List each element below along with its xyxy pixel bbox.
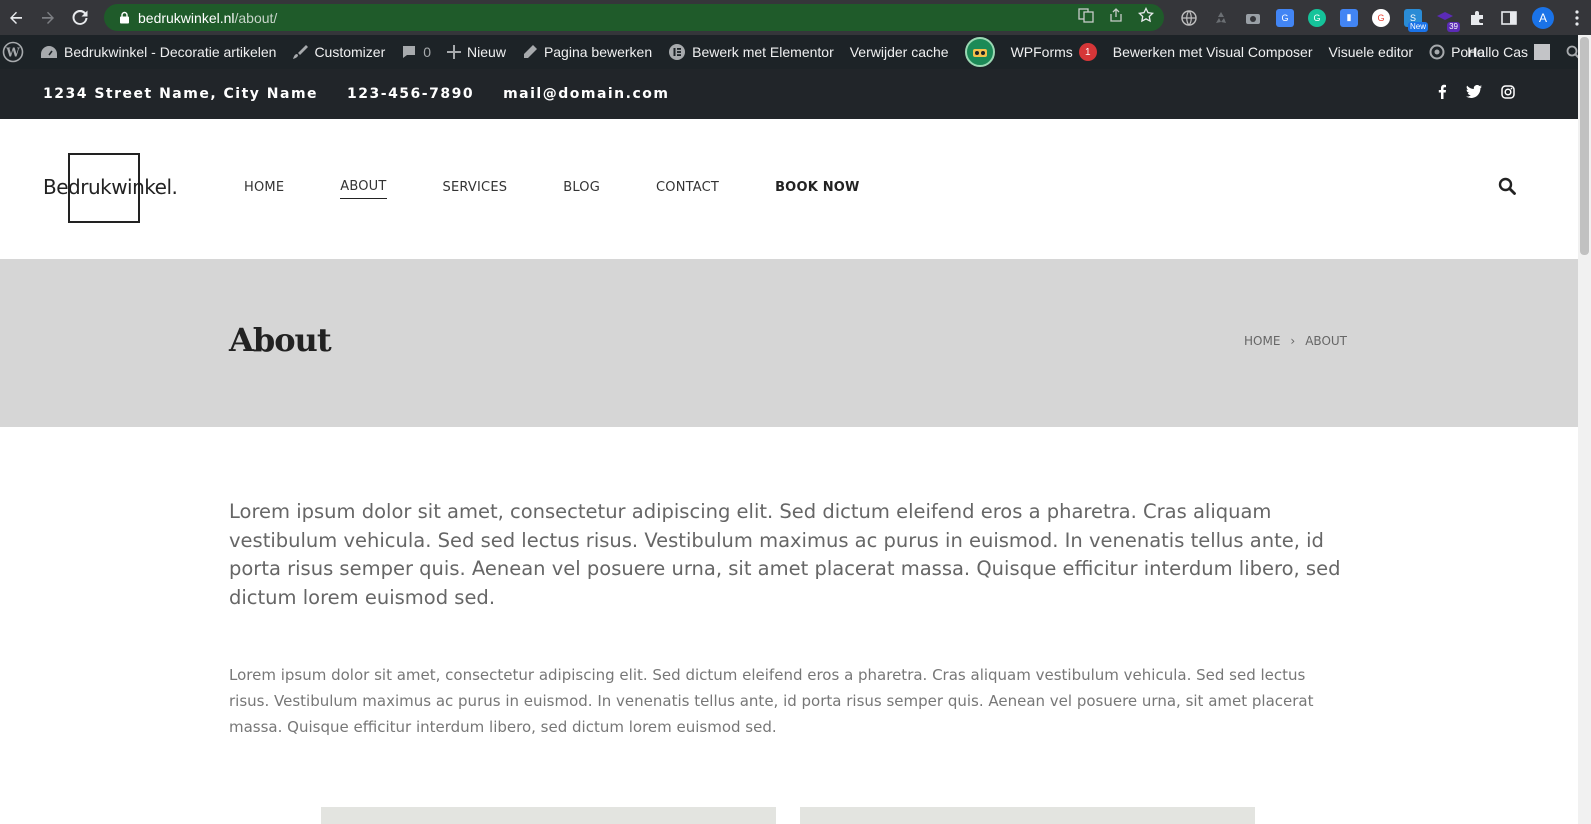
back-icon[interactable] xyxy=(0,0,32,35)
forward-icon[interactable] xyxy=(32,0,64,35)
wpforms-label: WPForms xyxy=(1010,44,1073,60)
site-header: Bedrukwinkel. HOME ABOUT SERVICES BLOG C… xyxy=(0,119,1591,259)
docs-extension-icon[interactable]: ▮ xyxy=(1340,8,1358,27)
twitter-icon[interactable] xyxy=(1466,84,1482,103)
customizer-label: Customizer xyxy=(314,44,386,60)
camera-extension-icon[interactable] xyxy=(1244,9,1262,27)
seo-status-badge[interactable] xyxy=(957,35,1003,69)
comments-count: 0 xyxy=(423,44,432,60)
address-bar[interactable]: bedrukwinkel.nl/about/ xyxy=(104,4,1164,31)
plus-icon xyxy=(447,45,462,59)
lock-icon xyxy=(116,11,132,24)
elementor-label: Bewerk met Elementor xyxy=(692,44,834,60)
new-extension-icon[interactable]: S New xyxy=(1404,8,1428,32)
edit-page-link[interactable]: Pagina bewerken xyxy=(514,35,660,69)
wpforms-count-badge: 1 xyxy=(1078,43,1097,61)
body-paragraph: Lorem ipsum dolor sit amet, consectetur … xyxy=(229,666,1314,736)
google-translate-extension-icon[interactable]: G xyxy=(1276,8,1294,27)
visual-editor-link[interactable]: Visuele editor xyxy=(1321,35,1422,69)
nav-blog[interactable]: BLOG xyxy=(563,180,600,199)
brush-icon xyxy=(292,44,309,60)
seo-badge-icon xyxy=(964,37,995,67)
intro-paragraph: Lorem ipsum dolor sit amet, consectetur … xyxy=(229,500,1341,609)
nav-services[interactable]: SERVICES xyxy=(443,180,508,199)
browser-toolbar: bedrukwinkel.nl/about/ G G ▮ G S New 39 A xyxy=(0,0,1591,35)
nav-about[interactable]: ABOUT xyxy=(340,179,387,199)
svg-text:W: W xyxy=(5,46,20,60)
porto-icon xyxy=(1429,44,1445,60)
breadcrumb: HOME › ABOUT xyxy=(1244,334,1347,348)
customizer-link[interactable]: Customizer xyxy=(284,35,393,69)
site-name-menu[interactable]: Bedrukwinkel - Decoratie artikelen xyxy=(32,35,284,69)
page-title-band: About HOME › ABOUT xyxy=(0,259,1578,427)
chevron-right-icon: › xyxy=(1290,334,1296,348)
search-icon[interactable] xyxy=(1498,177,1516,200)
clear-cache-link[interactable]: Verwijder cache xyxy=(842,35,957,69)
dashboard-icon xyxy=(40,44,58,60)
contact-topbar: 1234 Street Name, City Name 123-456-7890… xyxy=(0,69,1591,119)
google-extension-icon[interactable]: G xyxy=(1372,8,1390,27)
scrollbar-thumb[interactable] xyxy=(1580,37,1589,255)
content-image-left xyxy=(321,807,776,824)
elementor-link[interactable]: Bewerk met Elementor xyxy=(660,35,842,69)
profile-avatar[interactable]: A xyxy=(1532,6,1554,29)
edit-page-label: Pagina bewerken xyxy=(543,44,653,60)
bookmark-star-icon[interactable] xyxy=(1137,6,1155,28)
site-logo[interactable]: Bedrukwinkel. xyxy=(43,153,178,225)
grammarly-icon[interactable]: G xyxy=(1308,8,1326,27)
share-icon[interactable] xyxy=(1108,7,1124,28)
email-link[interactable]: mail@domain.com xyxy=(503,86,669,102)
wordpress-logo-icon[interactable]: W xyxy=(0,35,32,69)
translate-icon[interactable] xyxy=(1078,7,1094,28)
breadcrumb-home[interactable]: HOME xyxy=(1244,334,1280,348)
nav-book-now[interactable]: BOOK NOW xyxy=(775,180,859,199)
instagram-icon[interactable] xyxy=(1501,84,1515,104)
user-account-menu[interactable]: Hallo Cas xyxy=(1459,35,1558,69)
wp-admin-bar: W Bedrukwinkel - Decoratie artikelen Cus… xyxy=(0,35,1591,69)
elementor-icon xyxy=(668,43,686,61)
comments-link[interactable]: 0 xyxy=(393,35,439,69)
logo-text: Bedrukwinkel. xyxy=(43,175,178,199)
comment-icon xyxy=(401,44,417,60)
graduation-cap-extension-icon[interactable]: 39 xyxy=(1436,9,1460,32)
page-title: About xyxy=(229,321,332,359)
site-name-label: Bedrukwinkel - Decoratie artikelen xyxy=(64,44,277,60)
clear-cache-label: Verwijder cache xyxy=(849,44,949,60)
reload-icon[interactable] xyxy=(64,0,96,35)
new-label: Nieuw xyxy=(467,44,506,60)
visual-composer-link[interactable]: Bewerken met Visual Composer xyxy=(1105,35,1321,69)
puzzle-extensions-icon[interactable] xyxy=(1468,9,1486,27)
user-avatar xyxy=(1534,44,1550,60)
recycle-extension-icon[interactable] xyxy=(1212,9,1230,27)
nav-contact[interactable]: CONTACT xyxy=(656,180,719,199)
url-text: bedrukwinkel.nl/about/ xyxy=(138,9,278,26)
new-content-menu[interactable]: Nieuw xyxy=(439,35,514,69)
content-image-right xyxy=(800,807,1255,824)
nav-home[interactable]: HOME xyxy=(244,180,284,199)
kebab-menu-icon[interactable] xyxy=(1568,9,1586,27)
side-panel-icon[interactable] xyxy=(1500,9,1518,27)
address-text: 1234 Street Name, City Name xyxy=(43,86,319,102)
facebook-icon[interactable] xyxy=(1437,84,1447,104)
visual-composer-label: Bewerken met Visual Composer xyxy=(1112,44,1313,60)
globe-extension-icon[interactable] xyxy=(1180,9,1198,27)
breadcrumb-current: ABOUT xyxy=(1305,334,1348,348)
main-navigation: HOME ABOUT SERVICES BLOG CONTACT BOOK NO… xyxy=(244,119,916,259)
page-scrollbar[interactable] xyxy=(1578,35,1591,824)
phone-link[interactable]: 123-456-7890 xyxy=(347,86,474,102)
user-greeting: Hallo Cas xyxy=(1467,44,1528,60)
pencil-icon xyxy=(522,44,538,60)
wpforms-menu[interactable]: WPForms 1 xyxy=(1003,35,1105,69)
visual-editor-label: Visuele editor xyxy=(1328,44,1414,60)
